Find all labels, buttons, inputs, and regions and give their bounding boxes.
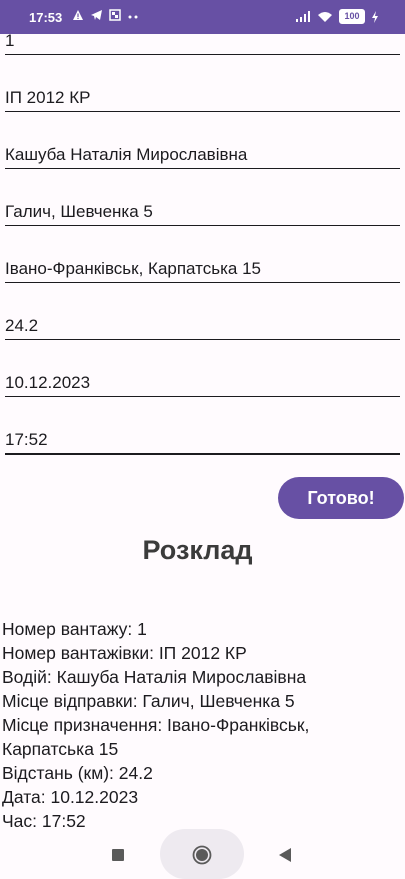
departure-input[interactable]: Галич, Шевченка 5 bbox=[5, 199, 400, 226]
destination-input[interactable]: Івано-Франківськ, Карпатська 15 bbox=[5, 256, 400, 283]
cargo-number-input[interactable]: 1 bbox=[5, 28, 400, 55]
wifi-icon bbox=[318, 11, 332, 22]
schedule-line-driver: Водій: Кашуба Наталія Мирославівна bbox=[2, 667, 307, 687]
back-icon[interactable] bbox=[279, 848, 291, 862]
signal-icon bbox=[296, 10, 310, 22]
warning-icon bbox=[73, 10, 83, 20]
done-button[interactable]: Готово! bbox=[278, 477, 404, 519]
recents-icon[interactable] bbox=[112, 849, 124, 861]
truck-number-input[interactable]: ІП 2012 КР bbox=[5, 85, 400, 112]
schedule-line-departure: Місце відправки: Галич, Шевченка 5 bbox=[2, 691, 295, 711]
schedule-title: Розклад bbox=[142, 535, 253, 565]
schedule-line-truck: Номер вантажівки: ІП 2012 КР bbox=[2, 643, 247, 663]
driver-input[interactable]: Кашуба Наталія Мирославівна bbox=[5, 142, 400, 169]
charging-icon bbox=[372, 10, 378, 23]
distance-input[interactable]: 24.2 bbox=[5, 313, 400, 340]
navigation-bar bbox=[0, 829, 405, 879]
schedule-line-cargo: Номер вантажу: 1 bbox=[2, 619, 147, 639]
time-input[interactable]: 17:52 bbox=[5, 427, 400, 455]
battery-icon: 100 bbox=[339, 9, 365, 24]
status-time: 17:53 bbox=[29, 10, 63, 25]
date-input[interactable]: 10.12.2023 bbox=[5, 370, 400, 397]
schedule-line-distance: Відстань (км): 24.2 bbox=[2, 763, 153, 783]
schedule-text: Номер вантажу: 1 Номер вантажівки: ІП 20… bbox=[2, 617, 397, 833]
telegram-icon bbox=[91, 10, 102, 20]
gallery-icon bbox=[109, 9, 121, 21]
schedule-line-date: Дата: 10.12.2023 bbox=[2, 787, 139, 807]
more-dots-icon bbox=[128, 15, 138, 19]
home-icon[interactable] bbox=[192, 845, 212, 865]
schedule-line-destination: Місце призначення: Івано-Франківськ, Кар… bbox=[2, 715, 310, 759]
